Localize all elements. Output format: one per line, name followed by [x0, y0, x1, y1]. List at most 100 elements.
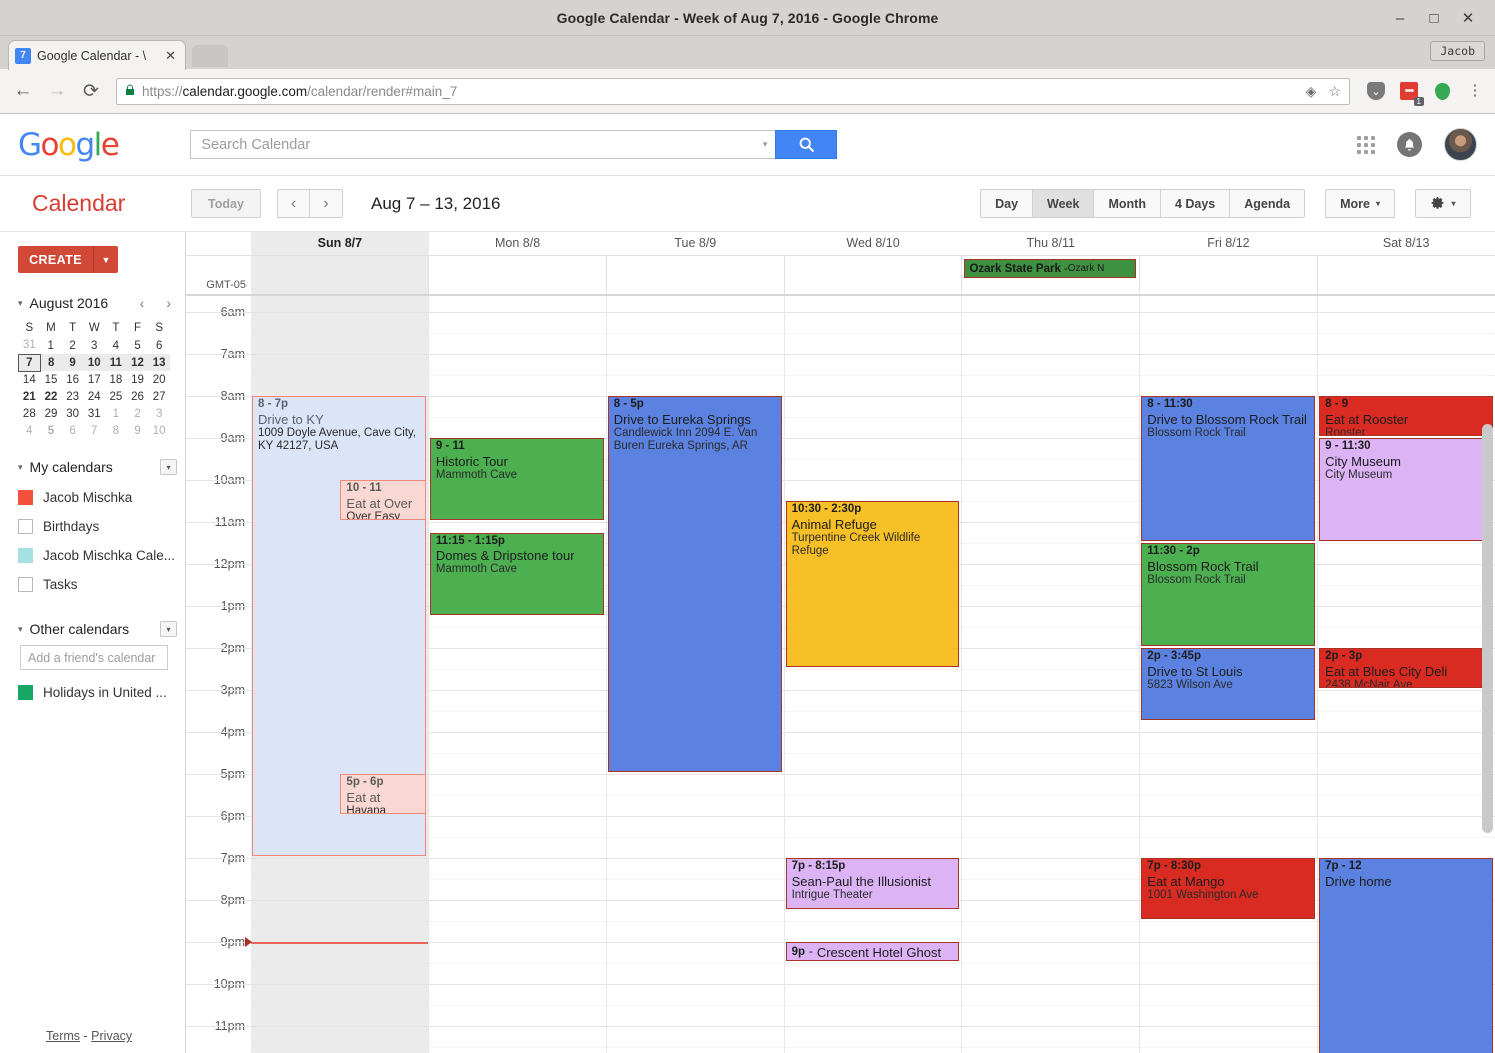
mini-calendar-day[interactable]: 29 — [40, 405, 62, 422]
mini-calendar-day[interactable]: 28 — [19, 405, 41, 422]
mini-calendar-day[interactable]: 14 — [19, 371, 41, 388]
search-input-wrapper[interactable]: ▾ — [190, 130, 776, 159]
other-calendars-options-icon[interactable]: ▾ — [160, 621, 177, 637]
calendar-color-swatch[interactable] — [18, 490, 33, 505]
mini-calendar-day[interactable]: 16 — [62, 371, 84, 388]
mini-calendar-day[interactable]: 6 — [148, 337, 170, 354]
day-header-2[interactable]: Tue 8/9 — [606, 232, 784, 255]
new-tab-button[interactable] — [192, 45, 228, 67]
mini-calendar-day[interactable]: 25 — [105, 388, 127, 405]
all-day-cell-2[interactable] — [605, 256, 784, 294]
mini-calendar-day[interactable]: 3 — [148, 405, 170, 422]
day-header-3[interactable]: Wed 8/10 — [784, 232, 962, 255]
cast-icon[interactable]: ◈ — [1306, 83, 1317, 100]
prev-week-button[interactable]: ‹ — [277, 189, 310, 218]
day-header-6[interactable]: Sat 8/13 — [1317, 232, 1495, 255]
minimize-button[interactable]: – — [1391, 11, 1409, 26]
calendar-event[interactable]: 10 - 11 Eat at Over Over Easy — [340, 480, 426, 520]
mini-calendar-day[interactable]: 3 — [83, 337, 105, 354]
today-button[interactable]: Today — [191, 189, 261, 218]
mini-calendar-day[interactable]: 10 — [148, 422, 170, 439]
mini-calendar-day[interactable]: 4 — [105, 337, 127, 354]
calendar-event[interactable]: 7p - 8:30p Eat at Mango 1001 Washington Av… — [1141, 858, 1316, 919]
calendar-event[interactable]: 9p - Crescent Hotel Ghost — [785, 942, 960, 961]
all-day-cell-3[interactable] — [783, 256, 962, 294]
user-avatar[interactable] — [1444, 128, 1477, 161]
calendar-checkbox[interactable] — [18, 577, 33, 592]
mini-calendar-day[interactable]: 9 — [127, 422, 149, 439]
mini-calendar[interactable]: S M T W T F S 31 1 2 3 4 5 6 7 8 9 10 11 12 13 14 15 16 1… — [18, 319, 170, 439]
maximize-button[interactable]: □ — [1425, 11, 1443, 26]
add-friend-calendar-input[interactable]: Add a friend's calendar — [20, 645, 168, 670]
address-bar[interactable]: https://calendar.google.com/calendar/ren… — [116, 77, 1350, 105]
notifications-bell-icon[interactable] — [1397, 132, 1422, 157]
create-dropdown-caret-icon[interactable]: ▼ — [93, 246, 118, 273]
day-column-1[interactable]: 9 - 11 Historic Tour Mammoth Cave 11:15 - 1… — [427, 296, 606, 1053]
browser-tab[interactable]: 7 Google Calendar - \ ✕ — [8, 40, 186, 70]
mini-calendar-day[interactable]: 2 — [62, 337, 84, 354]
day-header-0[interactable]: Sun 8/7 — [251, 232, 429, 255]
collapse-triangle-icon[interactable]: ▾ — [18, 298, 23, 309]
mini-calendar-day[interactable]: 22 — [40, 388, 62, 405]
red-extension-icon[interactable]: ••• 1 — [1399, 81, 1424, 106]
chrome-menu-icon[interactable]: ⋮ — [1465, 81, 1485, 101]
mini-calendar-day[interactable]: 9 — [61, 354, 84, 371]
tab-close-icon[interactable]: ✕ — [162, 48, 179, 64]
calendar-event[interactable]: 7p - 8:15p Sean-Paul the Illusionist Intri… — [785, 858, 960, 909]
reload-button[interactable]: ⟳ — [78, 80, 104, 103]
mini-calendar-day[interactable]: 1 — [40, 337, 62, 354]
my-calendar-item[interactable]: Jacob Mischka — [18, 483, 185, 512]
mini-calendar-day[interactable]: 7 — [83, 422, 105, 439]
mini-calendar-day[interactable]: 18 — [105, 371, 127, 388]
calendar-event[interactable]: 11:30 - 2p Blossom Rock Trail Blossom Rock… — [1141, 543, 1316, 646]
day-column-3[interactable]: 10:30 - 2:30p Animal Refuge Turpentine Cre… — [783, 296, 962, 1053]
green-extension-icon[interactable] — [1432, 81, 1452, 101]
mini-calendar-day[interactable]: 21 — [19, 388, 41, 405]
next-week-button[interactable]: › — [310, 189, 343, 218]
calendar-event[interactable]: 2p - 3p Eat at Blues City Deli 2438 McNair… — [1319, 648, 1494, 688]
create-button[interactable]: CREATE — [18, 246, 93, 273]
mini-calendar-day[interactable]: 8 — [105, 422, 127, 439]
day-column-0[interactable]: 8 - 7p Drive to KY 1009 Doyle Avenue, Cave… — [245, 296, 428, 1053]
all-day-event[interactable]: Ozark State Park - Ozark N — [964, 259, 1137, 278]
mini-calendar-day[interactable]: 31 — [19, 337, 41, 354]
calendar-event[interactable]: 11:15 - 1:15p Domes & Dripstone tour Mammo… — [429, 532, 604, 615]
google-logo[interactable]: Google — [18, 127, 120, 163]
my-calendar-item[interactable]: Tasks — [18, 570, 185, 599]
all-day-cell-0[interactable] — [251, 256, 428, 294]
mini-calendar-day[interactable]: 1 — [105, 405, 127, 422]
view-button-agenda[interactable]: Agenda — [1230, 189, 1306, 218]
mini-cal-prev-month-icon[interactable]: ‹ — [140, 295, 145, 311]
view-button-week[interactable]: Week — [1033, 189, 1095, 218]
mini-calendar-day[interactable]: 24 — [83, 388, 105, 405]
my-calendars-options-icon[interactable]: ▾ — [160, 459, 177, 475]
my-calendar-item[interactable]: Birthdays — [18, 512, 185, 541]
my-calendar-item[interactable]: Jacob Mischka Cale... — [18, 541, 185, 570]
all-day-cell-4[interactable]: Ozark State Park - Ozark N — [961, 256, 1139, 294]
day-header-4[interactable]: Thu 8/11 — [962, 232, 1140, 255]
calendar-event[interactable]: 8 - 9 Eat at Rooster Rooster — [1319, 396, 1494, 436]
more-views-button[interactable]: More ▾ — [1325, 189, 1395, 218]
apps-grid-icon[interactable] — [1357, 135, 1375, 154]
view-button-month[interactable]: Month — [1094, 189, 1161, 218]
mini-calendar-day[interactable]: 26 — [127, 388, 149, 405]
mini-calendar-day[interactable]: 8 — [40, 354, 62, 371]
calendar-event[interactable]: 8 - 11:30 Drive to Blossom Rock Trail Blos… — [1141, 396, 1316, 541]
search-options-caret-icon[interactable]: ▾ — [757, 139, 768, 150]
day-header-5[interactable]: Fri 8/12 — [1140, 232, 1318, 255]
calendar-scroll-area[interactable]: 6am 7am 8am 9am 10am 11am 12pm 1pm 2pm 3pm 4pm 5pm 6… — [186, 296, 1495, 1053]
mini-calendar-day[interactable]: 23 — [62, 388, 84, 405]
all-day-cell-1[interactable] — [427, 256, 606, 294]
mini-calendar-day[interactable]: 20 — [148, 371, 170, 388]
mini-calendar-day[interactable]: 11 — [105, 354, 127, 371]
mini-calendar-day[interactable]: 5 — [40, 422, 62, 439]
close-button[interactable]: ✕ — [1459, 11, 1477, 26]
calendar-event[interactable]: 8 - 5p Drive to Eureka Springs Candlewick … — [607, 396, 782, 772]
all-day-cell-5[interactable] — [1139, 256, 1317, 294]
mini-calendar-day[interactable]: 2 — [127, 405, 149, 422]
mini-calendar-day[interactable]: 7 — [18, 353, 41, 372]
mini-calendar-day[interactable]: 6 — [62, 422, 84, 439]
calendar-event[interactable]: 10:30 - 2:30p Animal Refuge Turpentine Cre… — [785, 501, 960, 667]
day-column-2[interactable]: 8 - 5p Drive to Eureka Springs Candlewick … — [605, 296, 784, 1053]
day-column-4[interactable] — [961, 296, 1140, 1053]
